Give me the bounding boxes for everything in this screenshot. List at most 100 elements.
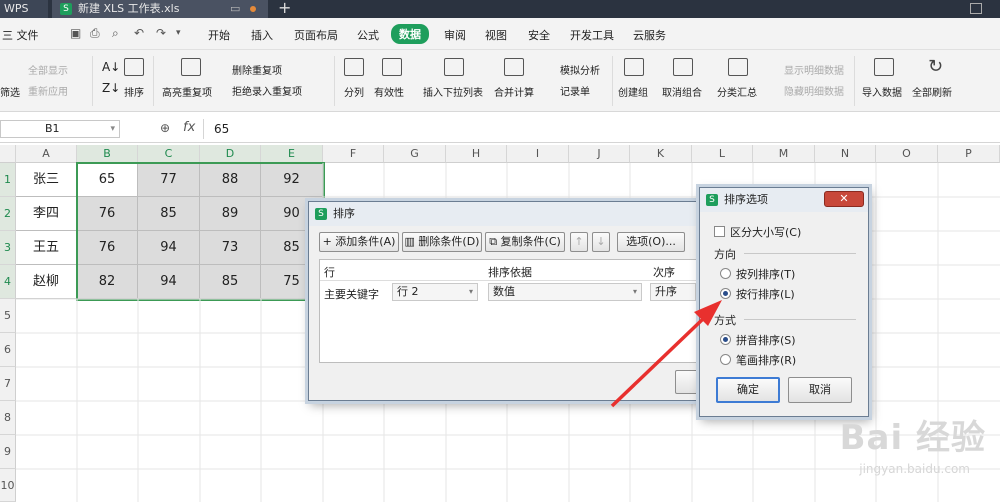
move-up-icon[interactable]: ↑ bbox=[570, 232, 588, 252]
ribbon-separator bbox=[153, 56, 154, 106]
move-down-icon[interactable]: ↓ bbox=[592, 232, 610, 252]
trash-icon: ▥ bbox=[404, 235, 419, 248]
print-icon[interactable]: ⎙ bbox=[90, 26, 100, 41]
ungroup-icon bbox=[673, 58, 693, 76]
file-menu[interactable]: 三 文件 bbox=[2, 27, 39, 43]
chevron-down-icon: ▾ bbox=[468, 287, 473, 296]
sort-by-column-radio[interactable] bbox=[720, 268, 731, 279]
sort-asc-icon[interactable]: A↓ bbox=[102, 60, 120, 74]
cancel-button[interactable]: 取消 bbox=[788, 377, 852, 403]
spreadsheet-icon: S bbox=[315, 208, 327, 220]
pinyin-sort-radio[interactable] bbox=[720, 334, 731, 345]
reject-duplicates-button[interactable]: 拒绝录入重复项 bbox=[232, 83, 302, 98]
reapply-button[interactable]: 重新应用 bbox=[28, 83, 68, 98]
method-group-label: 方式 bbox=[714, 314, 736, 327]
ungroup-button[interactable]: 取消组合 bbox=[662, 84, 702, 99]
split-column-button[interactable]: 分列 bbox=[344, 84, 364, 99]
stroke-sort-label: 笔画排序(R) bbox=[736, 354, 797, 367]
ribbon-separator bbox=[92, 56, 93, 106]
add-condition-button[interactable]: + 添加条件(A) bbox=[319, 232, 399, 252]
spreadsheet-icon: S bbox=[60, 3, 72, 15]
sort-basis-select[interactable]: 数值 ▾ bbox=[488, 283, 642, 301]
menu-data[interactable]: 数据 bbox=[391, 24, 429, 44]
undo-icon[interactable]: ↶ bbox=[134, 26, 144, 40]
insert-dropdown-button[interactable]: 插入下拉列表 bbox=[423, 84, 483, 99]
print-preview-icon[interactable]: ⌕ bbox=[112, 26, 119, 41]
wps-app-tab[interactable]: WPS bbox=[0, 0, 48, 18]
sort-desc-icon[interactable]: Z↓ bbox=[102, 81, 120, 95]
menu-insert[interactable]: 插入 bbox=[251, 27, 273, 43]
refresh-icon: ↻ bbox=[928, 56, 944, 77]
menu-review[interactable]: 审阅 bbox=[444, 27, 466, 43]
fx-icon[interactable]: fx bbox=[183, 120, 195, 135]
what-if-button[interactable]: 模拟分析 bbox=[560, 62, 600, 77]
data-ribbon: 全部显示 重新应用 筛选 A↓ Z↓ 排序 高亮重复项 删除重复项 拒绝录入重复… bbox=[0, 50, 1000, 112]
column-row-header: 行 bbox=[324, 266, 335, 279]
menu-start[interactable]: 开始 bbox=[208, 27, 230, 43]
sort-dialog-titlebar[interactable]: S 排序 bbox=[309, 202, 709, 226]
menu-developer[interactable]: 开发工具 bbox=[570, 27, 614, 43]
create-group-button[interactable]: 创建组 bbox=[618, 84, 648, 99]
formula-bar: B1 ▾ ⊕ fx 65 bbox=[0, 115, 1000, 143]
direction-group-label: 方向 bbox=[714, 248, 736, 261]
header-divider bbox=[320, 280, 698, 281]
copy-condition-button[interactable]: ⧉ 复制条件(C) bbox=[485, 232, 565, 252]
subtotal-button[interactable]: 分类汇总 bbox=[717, 84, 757, 99]
sort-by-row-label: 按行排序(L) bbox=[736, 288, 795, 301]
case-sensitive-checkbox[interactable] bbox=[714, 226, 725, 237]
name-box[interactable]: B1 ▾ bbox=[0, 120, 120, 138]
validity-button[interactable]: 有效性 bbox=[374, 84, 404, 99]
primary-key-label: 主要关键字 bbox=[324, 288, 379, 301]
show-all-button[interactable]: 全部显示 bbox=[28, 62, 68, 77]
hide-detail-button[interactable]: 隐藏明细数据 bbox=[784, 83, 844, 98]
ribbon-separator bbox=[334, 56, 335, 106]
sort-order-select[interactable]: 升序 bbox=[650, 283, 696, 301]
plus-icon: + bbox=[322, 235, 336, 248]
chevron-down-icon: ▾ bbox=[632, 287, 637, 296]
record-form-button[interactable]: 记录单 bbox=[560, 83, 590, 98]
subtotal-icon bbox=[728, 58, 748, 76]
sort-by-row-radio[interactable] bbox=[720, 288, 731, 299]
sort-icon bbox=[124, 58, 144, 76]
ok-button[interactable]: 确定 bbox=[716, 377, 780, 403]
close-icon[interactable]: ✕ bbox=[824, 191, 864, 207]
import-data-button[interactable]: 导入数据 bbox=[862, 84, 902, 99]
highlight-duplicates-button[interactable]: 高亮重复项 bbox=[162, 84, 212, 99]
column-basis-header: 排序依据 bbox=[488, 266, 532, 279]
new-tab-plus-icon[interactable]: + bbox=[278, 0, 291, 17]
menu-view[interactable]: 视图 bbox=[485, 27, 507, 43]
primary-key-select[interactable]: 行 2 ▾ bbox=[392, 283, 478, 301]
stroke-sort-radio[interactable] bbox=[720, 354, 731, 365]
consolidate-button[interactable]: 合并计算 bbox=[494, 84, 534, 99]
delete-condition-button[interactable]: ▥ 删除条件(D) bbox=[402, 232, 482, 252]
options-button[interactable]: 选项(O)... bbox=[617, 232, 685, 252]
save-icon[interactable]: ▣ bbox=[70, 26, 81, 40]
redo-icon[interactable]: ↷ bbox=[156, 26, 166, 40]
monitor-icon[interactable]: ▭ bbox=[230, 0, 240, 18]
sort-dialog: S 排序 + 添加条件(A) ▥ 删除条件(D) ⧉ 复制条件(C) ↑ ↓ 选项… bbox=[308, 201, 710, 401]
menu-formula[interactable]: 公式 bbox=[357, 27, 379, 43]
show-detail-button[interactable]: 显示明细数据 bbox=[784, 62, 844, 77]
baidu-watermark-logo: Bai 经验 bbox=[839, 418, 986, 458]
refresh-all-button[interactable]: 全部刷新 bbox=[912, 84, 952, 99]
ribbon-separator bbox=[612, 56, 613, 106]
menu-bar: 三 文件 ▣ ⎙ ⌕ ↶ ↷ ▾ 开始 插入 页面布局 公式 数据 审阅 视图 … bbox=[0, 18, 1000, 50]
import-data-icon bbox=[874, 58, 894, 76]
chevron-down-icon: ▾ bbox=[110, 124, 115, 134]
formula-input[interactable]: 65 bbox=[203, 119, 1000, 139]
dropdown-icon[interactable]: ▾ bbox=[176, 28, 181, 38]
case-sensitive-label: 区分大小写(C) bbox=[730, 226, 802, 239]
menu-security[interactable]: 安全 bbox=[528, 27, 550, 43]
menu-cloud[interactable]: 云服务 bbox=[633, 27, 666, 43]
baidu-watermark-url: jingyan.baidu.com bbox=[859, 462, 970, 476]
column-order-header: 次序 bbox=[653, 266, 675, 279]
filter-button[interactable]: 筛选 bbox=[0, 84, 20, 99]
sort-button[interactable]: 排序 bbox=[124, 84, 144, 99]
zoom-search-icon[interactable]: ⊕ bbox=[160, 121, 170, 135]
ribbon-separator bbox=[854, 56, 855, 106]
insert-dropdown-icon bbox=[444, 58, 464, 76]
menu-page-layout[interactable]: 页面布局 bbox=[294, 27, 338, 43]
group-divider bbox=[744, 319, 856, 320]
remove-duplicates-button[interactable]: 删除重复项 bbox=[232, 62, 282, 77]
window-restore-icon[interactable] bbox=[970, 3, 982, 14]
